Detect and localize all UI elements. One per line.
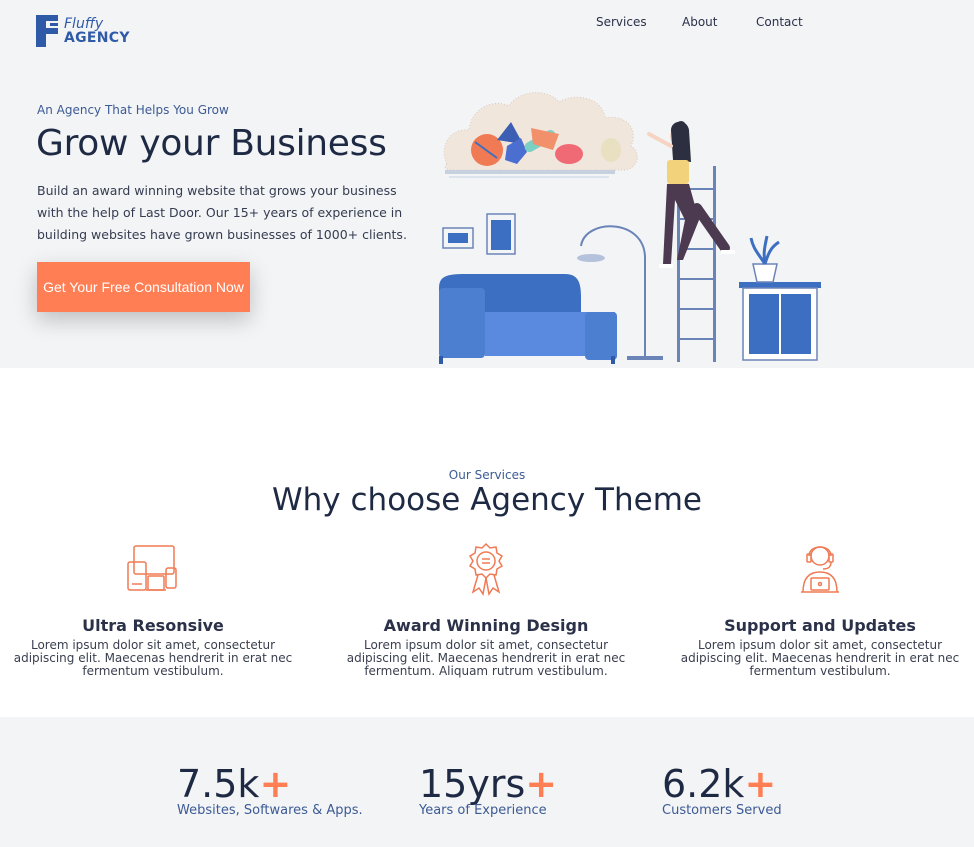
free-consultation-button[interactable]: Get Your Free Consultation Now xyxy=(37,262,250,312)
stat-value-wrap: 6.2k+ xyxy=(662,761,782,807)
service-card-text: Lorem ipsum dolor sit amet, consectetur … xyxy=(346,638,626,678)
nav-about-link[interactable]: About xyxy=(682,15,732,29)
sofa-illustration xyxy=(439,274,617,364)
stat-plus: + xyxy=(259,762,292,806)
services-title: Why choose Agency Theme xyxy=(272,482,702,518)
stat-customers: 6.2k+ Customers Served xyxy=(662,761,782,818)
stat-experience: 15yrs+ Years of Experience xyxy=(419,761,557,818)
service-card-title: Support and Updates xyxy=(724,616,916,635)
stat-label: Websites, Softwares & Apps. xyxy=(177,803,363,818)
nav-services-link[interactable]: Services xyxy=(596,15,656,29)
woman-on-ladder-illustration xyxy=(647,121,735,362)
services-section: Our Services Why choose Agency Theme Ult… xyxy=(0,368,974,717)
brand-name-line2: AGENCY xyxy=(64,30,130,46)
stat-label: Years of Experience xyxy=(419,803,547,818)
stat-value: 7.5k xyxy=(177,762,260,806)
stat-value: 6.2k xyxy=(662,762,745,806)
brand-name-line1: Fluffy xyxy=(64,16,104,32)
support-agent-icon xyxy=(801,546,839,593)
devices-icon xyxy=(127,545,177,591)
stat-plus: + xyxy=(744,762,777,806)
service-card-title: Ultra Resonsive xyxy=(82,616,224,635)
service-card-text: Lorem ipsum dolor sit amet, consectetur … xyxy=(13,638,293,678)
stat-plus: + xyxy=(525,762,558,806)
stat-value-wrap: 7.5k+ xyxy=(177,761,363,807)
cabinet-illustration xyxy=(739,235,821,361)
stat-websites: 7.5k+ Websites, Softwares & Apps. xyxy=(177,761,363,818)
logo-mark-icon xyxy=(36,15,58,47)
award-ribbon-icon xyxy=(468,542,504,596)
hero-title: Grow your Business xyxy=(36,123,387,164)
hero-illustration xyxy=(439,92,821,364)
brand-logo[interactable]: Fluffy AGENCY xyxy=(36,15,130,47)
service-card-support: Support and Updates Lorem ipsum dolor si… xyxy=(675,542,965,678)
hero-section: Fluffy AGENCY Services About Contact An … xyxy=(0,0,974,368)
brand-name: Fluffy AGENCY xyxy=(64,17,130,45)
services-eyebrow: Our Services xyxy=(448,468,526,482)
cloud-shelf-illustration xyxy=(443,92,638,178)
stats-section: 7.5k+ Websites, Softwares & Apps. 15yrs+… xyxy=(0,717,974,847)
service-card-text: Lorem ipsum dolor sit amet, consectetur … xyxy=(680,638,960,678)
nav-contact-link[interactable]: Contact xyxy=(756,15,816,29)
stat-value: 15yrs xyxy=(419,762,526,806)
service-card-responsive: Ultra Resonsive Lorem ipsum dolor sit am… xyxy=(8,542,298,678)
hero-eyebrow: An Agency That Helps You Grow xyxy=(37,103,229,117)
hero-description: Build an award winning website that grow… xyxy=(37,183,407,242)
service-card-design: Award Winning Design Lorem ipsum dolor s… xyxy=(341,542,631,678)
service-card-title: Award Winning Design xyxy=(383,616,589,635)
stat-label: Customers Served xyxy=(662,803,782,818)
stat-value-wrap: 15yrs+ xyxy=(419,761,557,807)
